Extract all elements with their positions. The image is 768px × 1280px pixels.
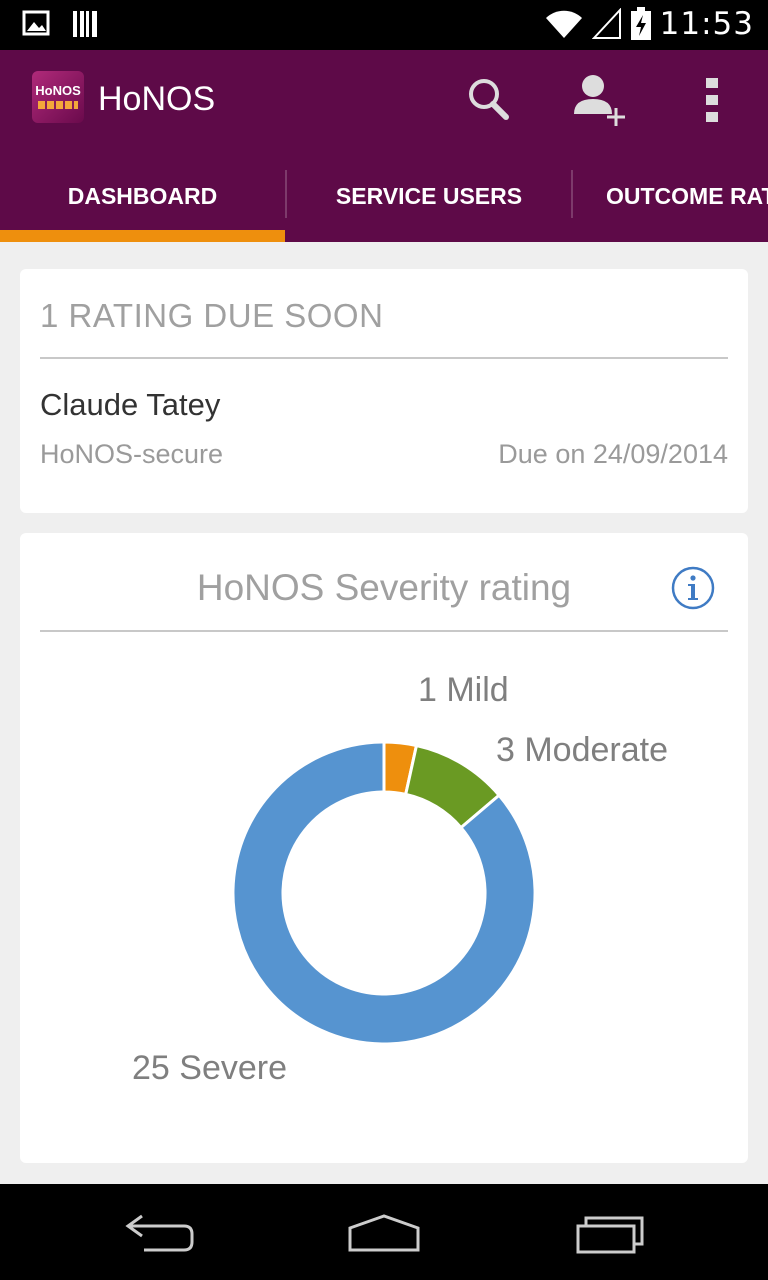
tab-divider (571, 170, 573, 218)
navigation-bar (0, 1184, 768, 1280)
rating-scale: HoNOS-secure (40, 439, 224, 469)
tab-outcome-ratings[interactable]: OUTCOME RATINGS (606, 150, 768, 242)
logo-text: HoNOS (35, 83, 81, 98)
tab-service-users[interactable]: SERVICE USERS (287, 150, 571, 242)
image-notification-icon (22, 10, 50, 36)
info-icon[interactable] (670, 565, 716, 611)
chart-title: HoNOS Severity rating (196, 567, 572, 608)
severity-donut-chart: 1 Mild 3 Moderate 25 Severe (132, 671, 668, 1087)
signal-icon (591, 8, 621, 39)
card-divider (40, 357, 728, 359)
service-user-name: Claude Tatey (40, 387, 221, 422)
status-clock: 11:53 (659, 6, 754, 42)
selected-tab-indicator (0, 230, 285, 242)
due-card-header: 1 RATING DUE SOON (40, 297, 384, 334)
slice-label-moderate: 3 Moderate (496, 731, 668, 769)
home-icon[interactable] (344, 1208, 424, 1258)
card-divider (40, 630, 728, 632)
recent-apps-icon[interactable] (572, 1208, 652, 1258)
status-bar: 11:53 (0, 0, 768, 50)
due-date: Due on 24/09/2014 (498, 439, 728, 469)
app-title: HoNOS (98, 80, 216, 118)
logo-decoration (38, 101, 78, 109)
search-icon[interactable] (460, 72, 516, 128)
slice-label-mild: 1 Mild (418, 671, 509, 709)
rating-due-card: 1 RATING DUE SOON Claude Tatey HoNOS-sec… (20, 269, 748, 513)
tab-bar: DASHBOARD SERVICE USERS OUTCOME RATINGS (0, 150, 768, 242)
add-user-icon[interactable] (570, 72, 626, 128)
back-icon[interactable] (120, 1208, 200, 1258)
battery-charging-icon (630, 7, 651, 40)
barcode-notification-icon (73, 11, 97, 37)
tab-dashboard[interactable]: DASHBOARD (0, 150, 285, 242)
overflow-menu-icon[interactable] (684, 72, 740, 128)
app-bar: HoNOS HoNOS (0, 50, 768, 150)
slice-label-severe: 25 Severe (132, 1049, 287, 1087)
severity-rating-card: HoNOS Severity rating 1 Mild 3 Moderate 25… (20, 533, 748, 1163)
app-logo[interactable]: HoNOS (32, 71, 84, 123)
wifi-icon (545, 10, 582, 38)
